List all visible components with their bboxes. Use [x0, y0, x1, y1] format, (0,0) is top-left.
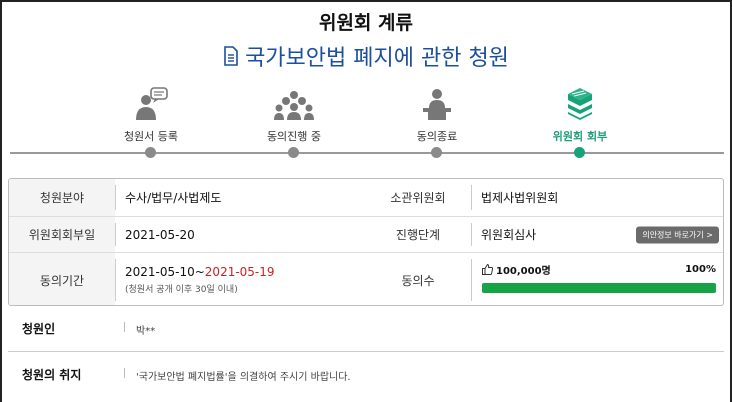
field-label: 청원분야: [9, 179, 115, 216]
referral-value: 2021-05-20: [125, 227, 195, 242]
document-stack-icon: [568, 88, 592, 120]
progress-bar: [482, 283, 716, 293]
thumbs-up-icon: [482, 264, 493, 275]
period-note: (청원서 공개 이후 30일 이내): [125, 285, 238, 295]
document-icon: [224, 46, 238, 66]
petitioner-value: 박**: [136, 326, 156, 337]
purpose-value: '국가보안법 폐지법률'을 의결하여 주시기 바랍니다.: [136, 372, 351, 383]
speaker-podium-icon: [423, 89, 451, 120]
signatures-label: 동의수: [365, 253, 471, 305]
step-in-progress: 동의진행 중: [234, 84, 354, 144]
timeline-dot: [431, 147, 442, 158]
step-label: 동의종료: [416, 130, 458, 143]
purpose-label: 청원의 취지: [22, 368, 82, 382]
bill-info-link-button[interactable]: 의안정보 바로가기 >: [636, 226, 719, 243]
period-value: 2021-05-10~2021-05-19 (청원서 공개 이후 30일 이내): [115, 253, 365, 305]
signatures-count-wrap: 100,000명: [482, 262, 551, 277]
referral-label: 위원회회부일: [9, 217, 115, 252]
crowd-icon: [274, 91, 314, 120]
petition-title: 국가보안법 폐지에 관한 청원: [245, 46, 509, 71]
timeline-line: [10, 152, 724, 154]
step-registered: 청원서 등록: [91, 84, 211, 144]
signatures-percent: 100%: [685, 264, 716, 275]
committee-label: 소관위원회: [365, 179, 471, 216]
petition-title-row: 국가보안법 폐지에 관한 청원: [0, 40, 732, 72]
stage-label: 진행단계: [365, 217, 471, 252]
field-value: 수사/법무/사법제도: [125, 191, 222, 205]
petitioner-label: 청원인: [22, 322, 56, 336]
info-row: 청원분야 수사/법무/사법제도 소관위원회 법제사법위원회: [9, 179, 723, 217]
divider: [471, 259, 472, 301]
signatures-progress: 100,000명 100%: [482, 262, 716, 293]
speech-person-icon: [136, 87, 168, 120]
signatures-count: 100,000명: [496, 266, 551, 277]
step-referred: 위원회 회부: [520, 84, 640, 144]
divider: [124, 368, 125, 378]
divider: [124, 322, 125, 332]
step-label: 위원회 회부: [552, 130, 608, 143]
step-closed: 동의종료: [377, 84, 497, 144]
info-row: 위원회회부일 2021-05-20 진행단계 위원회심사 의안정보 바로가기 >: [9, 217, 723, 253]
period-dates: 2021-05-10~2021-05-19: [125, 265, 275, 279]
section-divider: [8, 351, 724, 352]
status-title: 위원회 계류: [318, 12, 413, 34]
period-start: 2021-05-10~: [125, 265, 205, 279]
progress-bar-fill: [482, 283, 716, 293]
period-end: 2021-05-19: [204, 265, 275, 279]
step-label: 동의진행 중: [266, 130, 322, 143]
committee-value: 법제사법위원회: [481, 191, 559, 205]
timeline-dot-active: [574, 147, 585, 158]
timeline-dot: [145, 147, 156, 158]
step-label: 청원서 등록: [123, 130, 179, 143]
timeline-dot: [288, 147, 299, 158]
period-label: 동의기간: [9, 253, 115, 305]
